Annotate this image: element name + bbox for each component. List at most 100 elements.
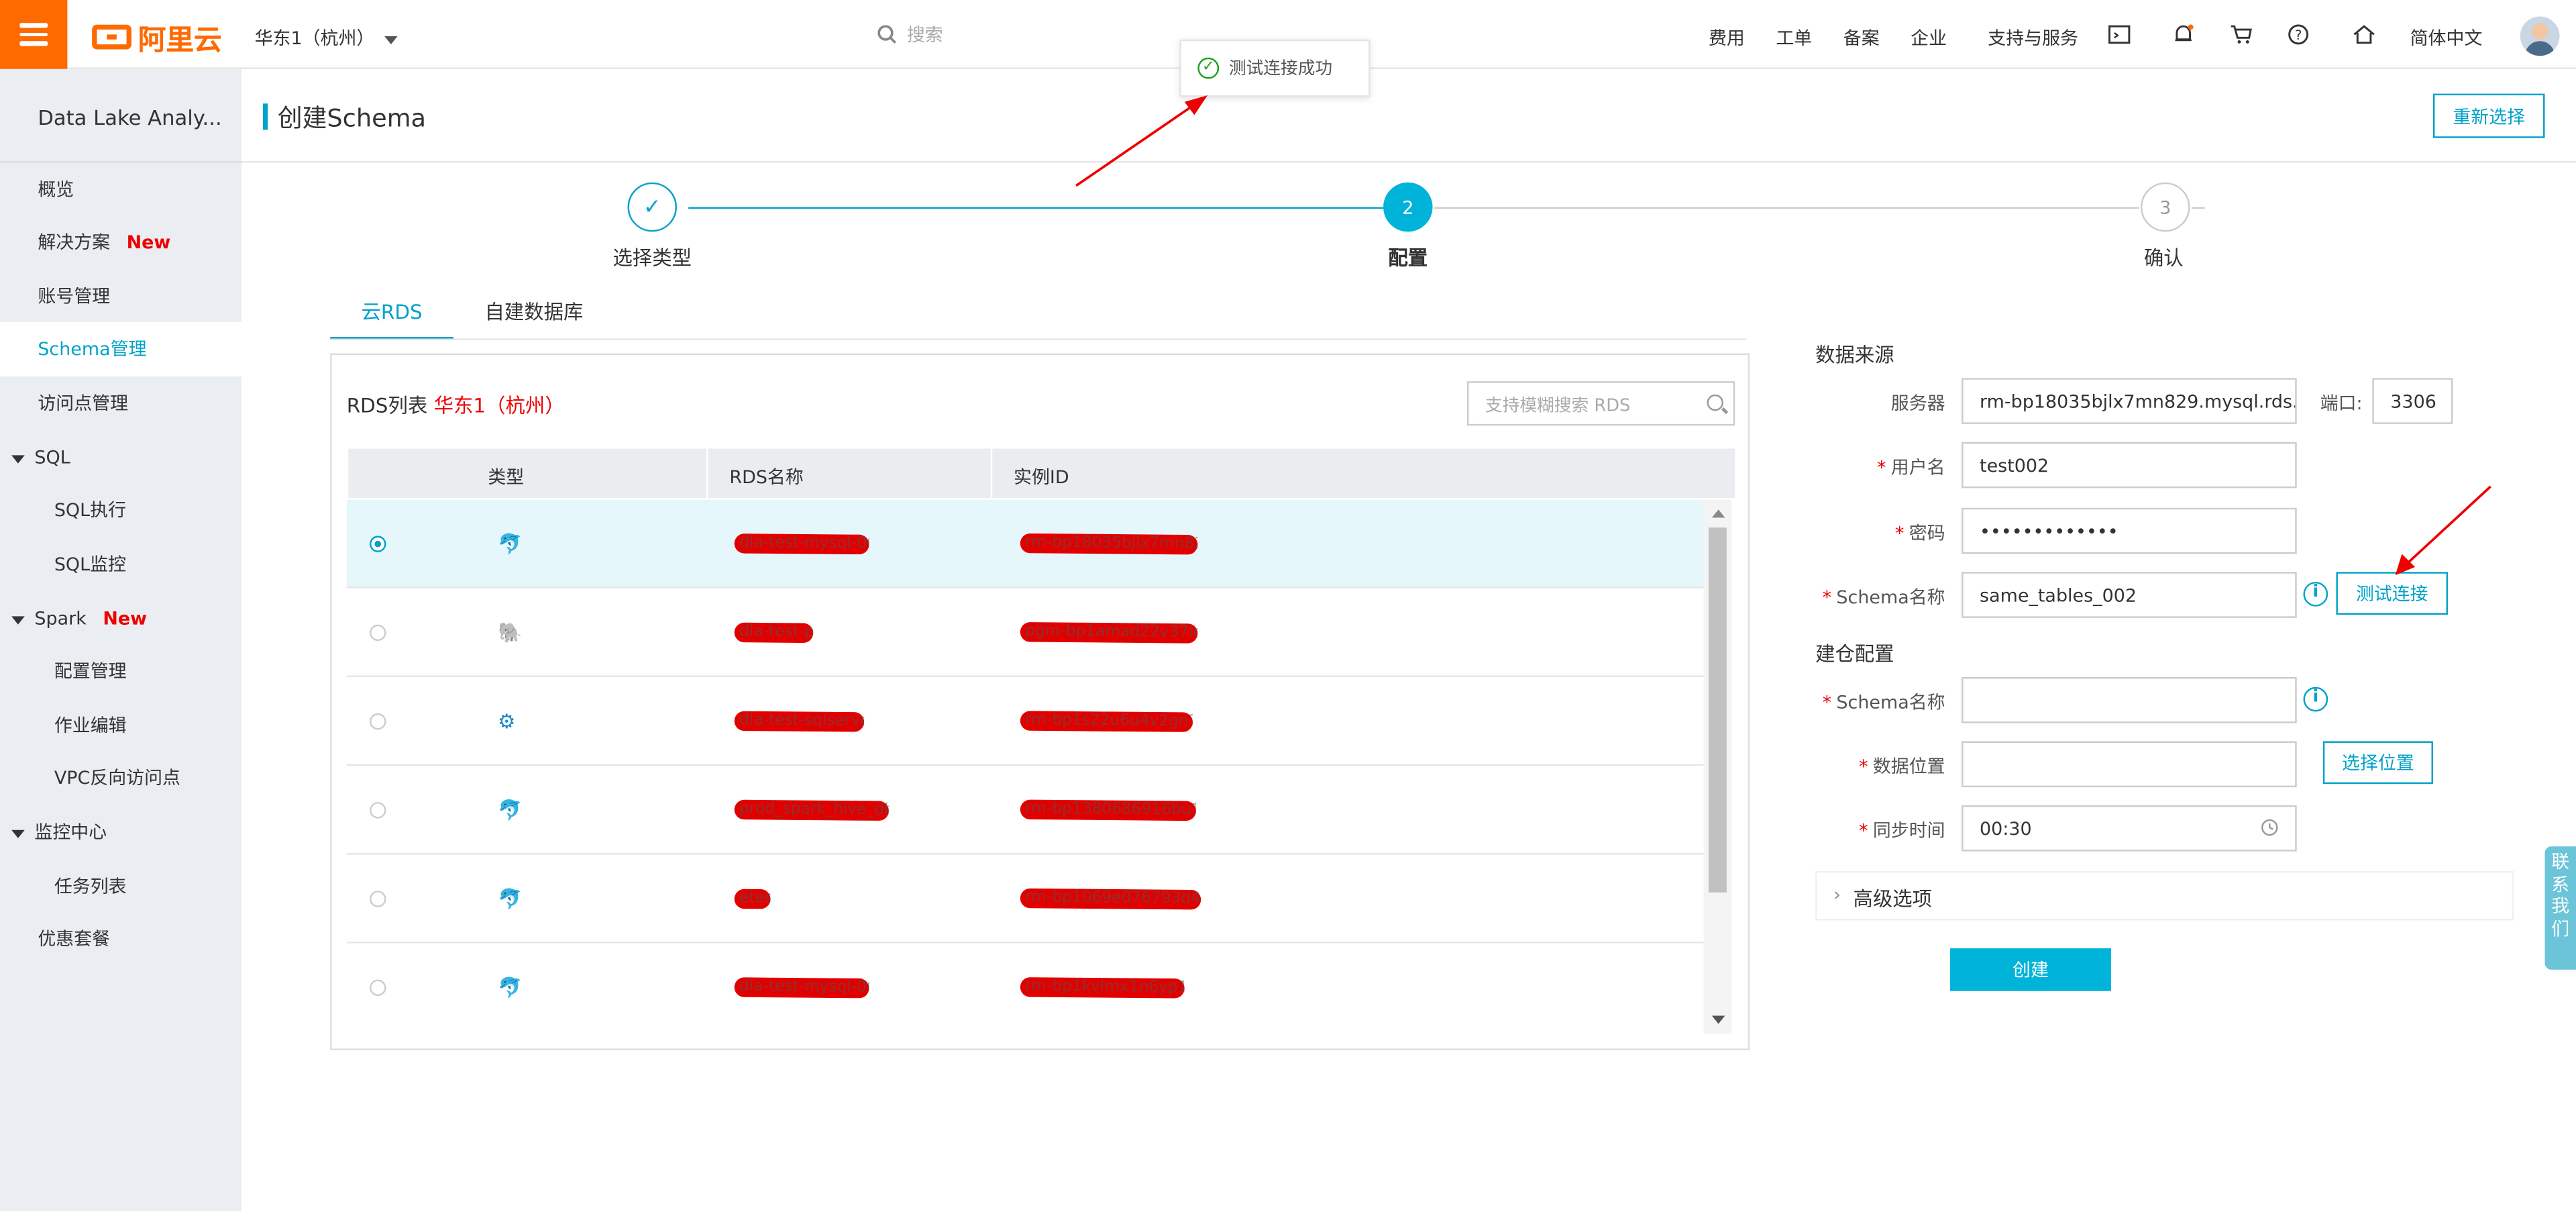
port-label: 端口: (2320, 393, 2363, 415)
sidebar-item-config[interactable]: 配置管理 (0, 644, 241, 699)
password-label: * 密码 (1894, 522, 1945, 544)
col-rds-name: RDS名称 (729, 466, 804, 489)
sidebar-item-packages[interactable]: 优惠套餐 (0, 912, 241, 966)
sync-time-input[interactable]: 00:30 (1962, 805, 2297, 852)
home-icon[interactable] (2353, 23, 2375, 46)
region-selector[interactable]: 华东1（杭州） (255, 25, 398, 51)
row-radio[interactable] (370, 624, 386, 642)
step-2-circle: 2 (1383, 182, 1433, 232)
sidebar-item-tasks[interactable]: 任务列表 (0, 860, 241, 914)
svg-text:?: ? (2295, 28, 2302, 43)
username-input[interactable]: test002 (1962, 442, 2297, 489)
cart-icon[interactable] (2229, 23, 2252, 46)
sidebar-group-sql[interactable]: SQL (0, 431, 241, 485)
data-location-input[interactable] (1962, 741, 2297, 788)
contact-us-tab[interactable]: 联系我们 (2544, 846, 2576, 970)
sidebar-item-solutions[interactable]: 解决方案 New (0, 215, 241, 270)
schema-name-label: * Schema名称 (1822, 587, 1945, 609)
schema-name-input[interactable]: same_tables_002 (1962, 572, 2297, 618)
row-radio[interactable] (370, 891, 386, 907)
password-input[interactable]: ••••••••••••• (1962, 507, 2297, 554)
menu-icon[interactable] (0, 0, 68, 69)
mysql-icon: 🐬 (498, 887, 523, 911)
redacted-instance-id: rm-bp1380686916bu1h7 (1020, 799, 1196, 821)
rds-table-header: 类型 RDS名称 实例ID (348, 448, 1735, 499)
step-connector (2191, 207, 2205, 209)
row-radio[interactable] (370, 802, 386, 819)
sidebar-item-accounts[interactable]: 账号管理 (0, 270, 241, 324)
source-section-title: 数据来源 (1815, 343, 1894, 367)
mysql-icon: 🐬 (498, 976, 523, 999)
info-icon[interactable]: i (2303, 687, 2328, 712)
test-connection-button[interactable]: 测试连接 (2336, 572, 2449, 615)
tab-cloud-rds[interactable]: 云RDS (330, 297, 453, 340)
tab-self-built-db[interactable]: 自建数据库 (484, 297, 583, 340)
sidebar-item-access-points[interactable]: 访问点管理 (0, 376, 241, 431)
sidebar-group-monitor[interactable]: 监控中心 (0, 805, 241, 860)
data-location-label: * 数据位置 (1859, 756, 1945, 778)
port-input[interactable]: 3306 (2372, 378, 2453, 424)
sidebar: Data Lake Analy... 概览 解决方案 New 账号管理 Schem… (0, 68, 242, 1211)
sidebar-item-job-editor[interactable]: 作业编辑 (0, 699, 241, 753)
sidebar-item-sql-exec[interactable]: SQL执行 (0, 483, 241, 538)
step-2-label: 配置 (1388, 246, 1428, 270)
nav-support[interactable]: 支持与服务 (1988, 25, 2078, 51)
page-title: 创建Schema (277, 103, 427, 134)
table-row[interactable]: 🐘 dla-test-pg pgm-bp1amad22v37le7 (346, 588, 1709, 677)
table-row[interactable]: 🐬 etest rm-bp1069e076793d44 (346, 854, 1709, 944)
global-search[interactable]: 搜索 (877, 21, 943, 48)
sidebar-item-vpc[interactable]: VPC反向访问点 (0, 751, 241, 805)
table-row[interactable]: ⚙ dla-test-sqlserver rm-bp1s22u6u4v2gn7 (346, 676, 1709, 766)
row-radio[interactable] (370, 979, 386, 997)
caret-down-icon (11, 829, 25, 838)
column-divider (990, 448, 993, 499)
rds-search-input[interactable]: 支持模糊搜索 RDS (1466, 381, 1735, 426)
warehouse-schema-label: * Schema名称 (1822, 692, 1945, 713)
nav-tickets[interactable]: 工单 (1776, 25, 1812, 51)
choose-location-button[interactable]: 选择位置 (2322, 741, 2433, 785)
warehouse-schema-input[interactable] (1962, 676, 2297, 723)
scroll-up-icon[interactable] (1711, 509, 1725, 518)
table-row[interactable]: 🐬 dla-test-mysql-002 rm-bp18035bjlx7mn82… (346, 499, 1709, 589)
postgresql-icon: 🐘 (498, 621, 523, 645)
username-label: * 用户名 (1876, 456, 1945, 478)
language-switch[interactable]: 简体中文 (2410, 25, 2483, 51)
sidebar-item-sql-monitor[interactable]: SQL监控 (0, 538, 241, 592)
table-row[interactable]: 🐬 dla-test-mysql-001 rm-bp1kvlmx1n6yp10 (346, 943, 1709, 1031)
chevron-down-icon (384, 35, 398, 44)
clock-icon (2261, 819, 2278, 836)
help-icon[interactable]: ? (2287, 23, 2310, 46)
sidebar-item-overview[interactable]: 概览 (0, 162, 241, 217)
scrollbar-thumb[interactable] (1708, 527, 1727, 893)
info-icon[interactable]: i (2303, 581, 2328, 607)
create-button[interactable]: 创建 (1949, 948, 2111, 991)
advanced-options-toggle[interactable]: › 高级选项 (1815, 870, 2514, 921)
nav-fees[interactable]: 费用 (1709, 25, 1745, 51)
nav-filing[interactable]: 备案 (1843, 25, 1880, 51)
annotation-arrow-line (2404, 485, 2491, 566)
redacted-instance-id: rm-bp1069e076793d44 (1020, 888, 1201, 910)
reselect-button[interactable]: 重新选择 (2432, 93, 2545, 138)
sidebar-item-schema[interactable]: Schema管理 (0, 322, 242, 376)
row-radio[interactable] (370, 713, 386, 730)
new-badge: New (126, 232, 171, 254)
title-accent-bar (262, 103, 268, 130)
step-1-label: 选择类型 (612, 246, 692, 270)
terminal-icon[interactable] (2108, 23, 2131, 46)
redacted-rds-name: dla-test-sqlserver (734, 711, 865, 732)
scroll-down-icon[interactable] (1711, 1015, 1725, 1024)
column-divider (706, 448, 708, 499)
sidebar-group-spark[interactable]: Spark New (0, 592, 241, 646)
avatar[interactable] (2520, 16, 2560, 56)
nav-enterprise[interactable]: 企业 (1911, 25, 1947, 51)
aliyun-logo[interactable]: 阿里云 (92, 18, 222, 56)
redacted-rds-name: dla-test-mysql-002 (734, 534, 869, 555)
col-type: 类型 (488, 466, 525, 489)
table-row[interactable]: 🐬 prod_spark_hive_db rm-bp1380686916bu1h… (346, 766, 1709, 855)
row-radio[interactable] (370, 536, 386, 552)
redacted-rds-name: dla-test-pg (734, 622, 814, 644)
redacted-instance-id: rm-bp18035bjlx7mn829 (1020, 533, 1198, 555)
bell-icon[interactable] (2172, 23, 2195, 46)
page-header: 创建Schema (241, 69, 2576, 163)
table-scrollbar[interactable] (1703, 499, 1732, 1034)
